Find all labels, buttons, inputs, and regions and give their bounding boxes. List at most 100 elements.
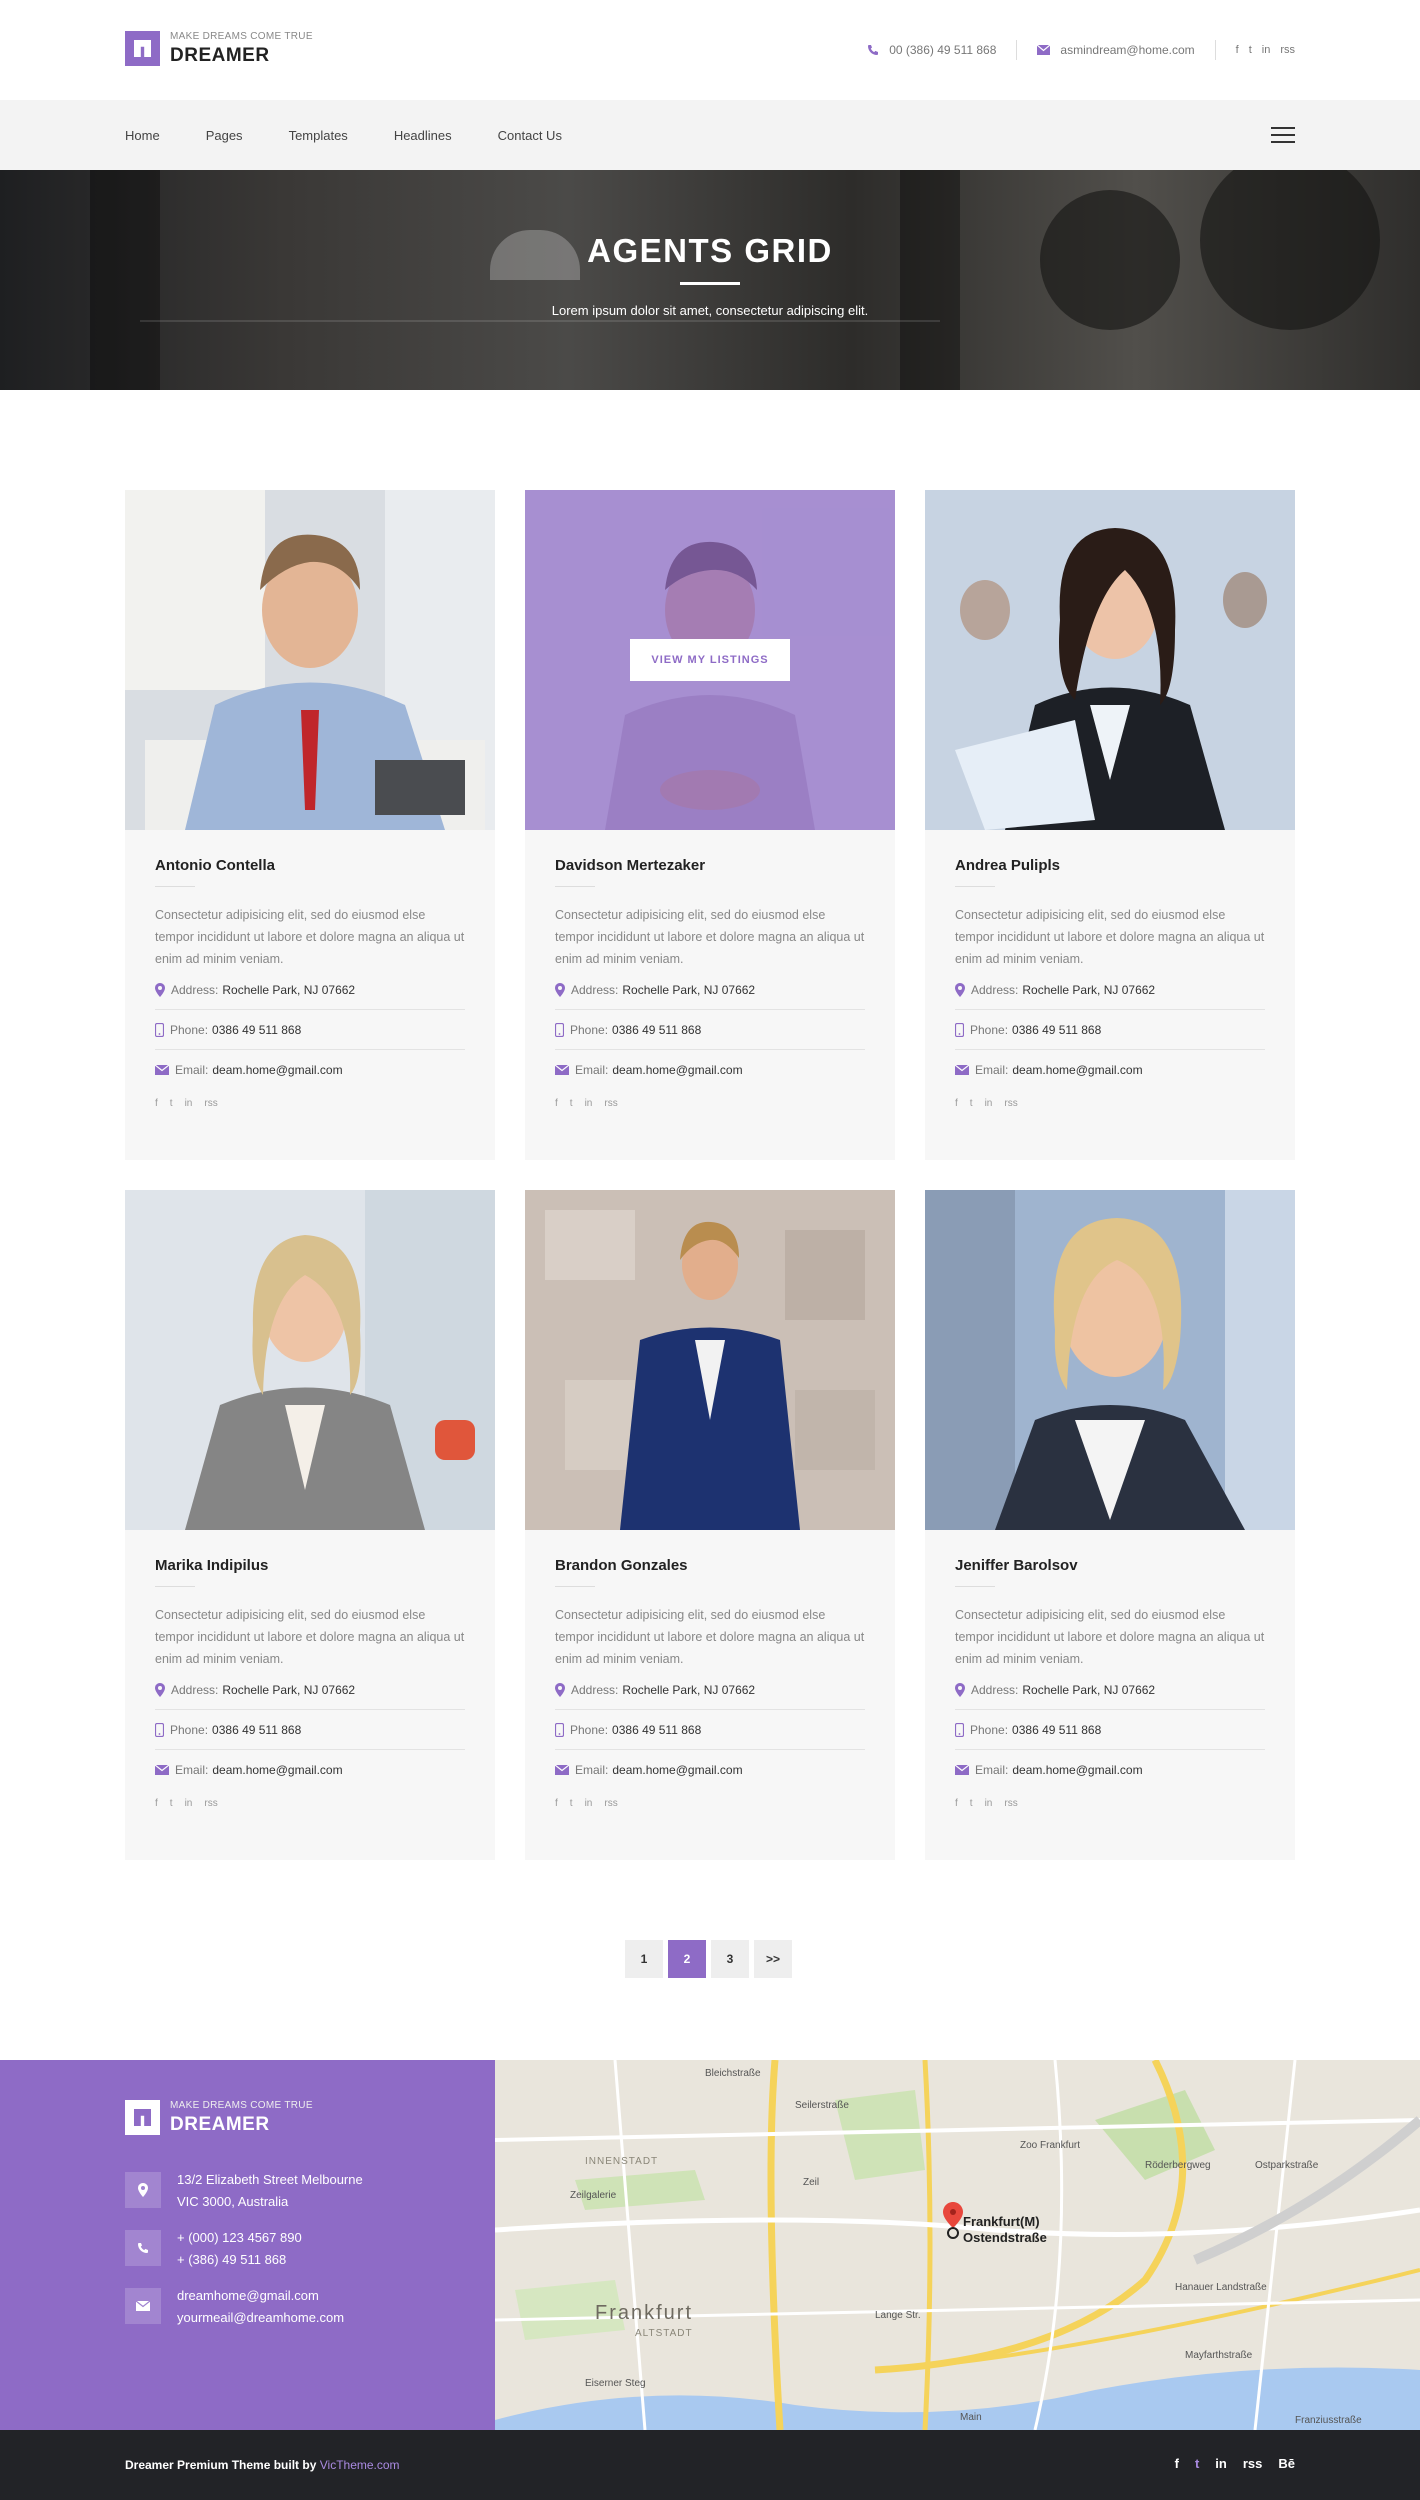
twitter-icon[interactable]: t <box>570 1098 573 1109</box>
hero-bg-window <box>90 170 160 390</box>
phone-value[interactable]: 0386 49 511 868 <box>612 1723 701 1737</box>
phone-value[interactable]: 0386 49 511 868 <box>1012 1723 1101 1737</box>
twitter-icon[interactable]: t <box>970 1798 973 1809</box>
agent-photo[interactable] <box>125 490 495 830</box>
facebook-icon[interactable]: f <box>955 1098 958 1109</box>
email-value[interactable]: deam.home@gmail.com <box>612 1763 742 1777</box>
linkedin-icon[interactable]: in <box>585 1798 593 1809</box>
nav-item-home[interactable]: Home <box>125 128 160 143</box>
email-value[interactable]: deam.home@gmail.com <box>212 1763 342 1777</box>
facebook-icon[interactable]: f <box>1236 44 1239 56</box>
nav-item-templates[interactable]: Templates <box>289 128 348 143</box>
page-button-2-active[interactable]: 2 <box>668 1940 706 1978</box>
nav-item-contact[interactable]: Contact Us <box>498 128 562 143</box>
email-value[interactable]: deam.home@gmail.com <box>1012 1063 1142 1077</box>
rss-icon[interactable]: rss <box>604 1098 617 1109</box>
agent-name[interactable]: Antonio Contella <box>155 857 465 874</box>
agent-name[interactable]: Davidson Mertezaker <box>555 857 865 874</box>
phone-value[interactable]: 0386 49 511 868 <box>212 1023 301 1037</box>
agent-photo[interactable] <box>925 1190 1295 1530</box>
map-district-label: INNENSTADT <box>585 2156 659 2167</box>
page-subtitle: Lorem ipsum dolor sit amet, consectetur … <box>551 303 869 318</box>
email-value[interactable]: deam.home@gmail.com <box>612 1063 742 1077</box>
hero-bg-railing <box>140 320 940 322</box>
rss-icon[interactable]: rss <box>204 1798 217 1809</box>
agent-photo[interactable]: VIEW MY LISTINGS <box>525 490 895 830</box>
agent-social: f t in rss <box>155 1798 465 1809</box>
linkedin-icon[interactable]: in <box>185 1098 193 1109</box>
footer-email[interactable]: yourmeail@dreamhome.com <box>177 2307 344 2329</box>
agent-photo[interactable] <box>525 1190 895 1530</box>
rss-icon[interactable]: rss <box>1280 44 1295 56</box>
phone-value[interactable]: 0386 49 511 868 <box>1012 1023 1101 1037</box>
twitter-icon[interactable]: t <box>1249 44 1252 56</box>
envelope-icon <box>155 1065 169 1075</box>
facebook-icon[interactable]: f <box>555 1798 558 1809</box>
view-listings-button[interactable]: VIEW MY LISTINGS <box>630 639 790 681</box>
nav-item-headlines[interactable]: Headlines <box>394 128 452 143</box>
rss-icon[interactable]: rss <box>1243 2456 1263 2471</box>
email-label: Email: <box>975 1763 1009 1777</box>
facebook-icon[interactable]: f <box>1175 2456 1179 2471</box>
address-label: Address: <box>971 982 1019 997</box>
footer-address-line: 13/2 Elizabeth Street Melbourne <box>177 2172 363 2187</box>
facebook-icon[interactable]: f <box>155 1098 158 1109</box>
facebook-icon[interactable]: f <box>955 1798 958 1809</box>
linkedin-icon[interactable]: in <box>185 1798 193 1809</box>
email-label: Email: <box>575 1063 609 1077</box>
rss-icon[interactable]: rss <box>604 1798 617 1809</box>
map-street-label: Hanauer Landstraße <box>1175 2282 1267 2293</box>
twitter-icon[interactable]: t <box>170 1098 173 1109</box>
map-street-label: Ostparkstraße <box>1255 2160 1319 2171</box>
linkedin-icon[interactable]: in <box>1262 44 1271 56</box>
footer-phone[interactable]: + (000) 123 4567 890 <box>177 2227 302 2249</box>
footer-address: 13/2 Elizabeth Street Melbourne VIC 3000… <box>125 2172 363 2213</box>
agent-name[interactable]: Jeniffer Barolsov <box>955 1557 1265 1574</box>
agent-name[interactable]: Marika Indipilus <box>155 1557 465 1574</box>
agent-photo[interactable] <box>125 1190 495 1530</box>
footer-phone[interactable]: + (386) 49 511 868 <box>177 2249 302 2271</box>
map-street-label: Zeil <box>803 2177 820 2188</box>
agent-description: Consectetur adipisicing elit, sed do eiu… <box>555 908 865 966</box>
twitter-icon[interactable]: t <box>170 1798 173 1809</box>
agent-name[interactable]: Brandon Gonzales <box>555 1557 865 1574</box>
page-next-button[interactable]: >> <box>754 1940 792 1978</box>
agent-description: Consectetur adipisicing elit, sed do eiu… <box>555 1608 865 1666</box>
address-label: Address: <box>171 982 219 997</box>
location-map[interactable]: Frankfurt(M) Ostendstraße Frankfurt INNE… <box>495 2060 1420 2430</box>
rss-icon[interactable]: rss <box>1004 1798 1017 1809</box>
divider <box>955 886 995 887</box>
page-button-1[interactable]: 1 <box>625 1940 663 1978</box>
agent-photo[interactable] <box>925 490 1295 830</box>
site-logo[interactable]: MAKE DREAMS COME TRUE DREAMER <box>125 31 313 66</box>
copyright-link[interactable]: VicTheme.com <box>320 2458 400 2472</box>
rss-icon[interactable]: rss <box>204 1098 217 1109</box>
twitter-icon[interactable]: t <box>1195 2456 1199 2471</box>
twitter-icon[interactable]: t <box>970 1098 973 1109</box>
linkedin-icon[interactable]: in <box>985 1798 993 1809</box>
footer-email[interactable]: dreamhome@gmail.com <box>177 2285 344 2307</box>
page-button-3[interactable]: 3 <box>711 1940 749 1978</box>
rss-icon[interactable]: rss <box>1004 1098 1017 1109</box>
email-value[interactable]: deam.home@gmail.com <box>212 1063 342 1077</box>
hamburger-menu-icon[interactable] <box>1271 127 1295 143</box>
email-value[interactable]: deam.home@gmail.com <box>1012 1763 1142 1777</box>
nav-item-pages[interactable]: Pages <box>206 128 243 143</box>
phone-value[interactable]: 0386 49 511 868 <box>212 1723 301 1737</box>
linkedin-icon[interactable]: in <box>1215 2456 1227 2471</box>
behance-icon[interactable]: Bē <box>1278 2456 1295 2471</box>
linkedin-icon[interactable]: in <box>985 1098 993 1109</box>
map-marker-icon <box>555 982 565 997</box>
header-email[interactable]: asmindream@home.com <box>1037 43 1195 57</box>
phone-value[interactable]: 0386 49 511 868 <box>612 1023 701 1037</box>
agent-name[interactable]: Andrea Pulipls <box>955 857 1265 874</box>
linkedin-icon[interactable]: in <box>585 1098 593 1109</box>
envelope-icon <box>555 1065 569 1075</box>
footer-logo[interactable]: MAKE DREAMS COME TRUE DREAMER <box>125 2100 313 2135</box>
mobile-phone-icon <box>155 1022 164 1037</box>
facebook-icon[interactable]: f <box>155 1798 158 1809</box>
header-phone[interactable]: 00 (386) 49 511 868 <box>867 43 996 57</box>
map-marker-icon <box>155 982 165 997</box>
facebook-icon[interactable]: f <box>555 1098 558 1109</box>
twitter-icon[interactable]: t <box>570 1798 573 1809</box>
